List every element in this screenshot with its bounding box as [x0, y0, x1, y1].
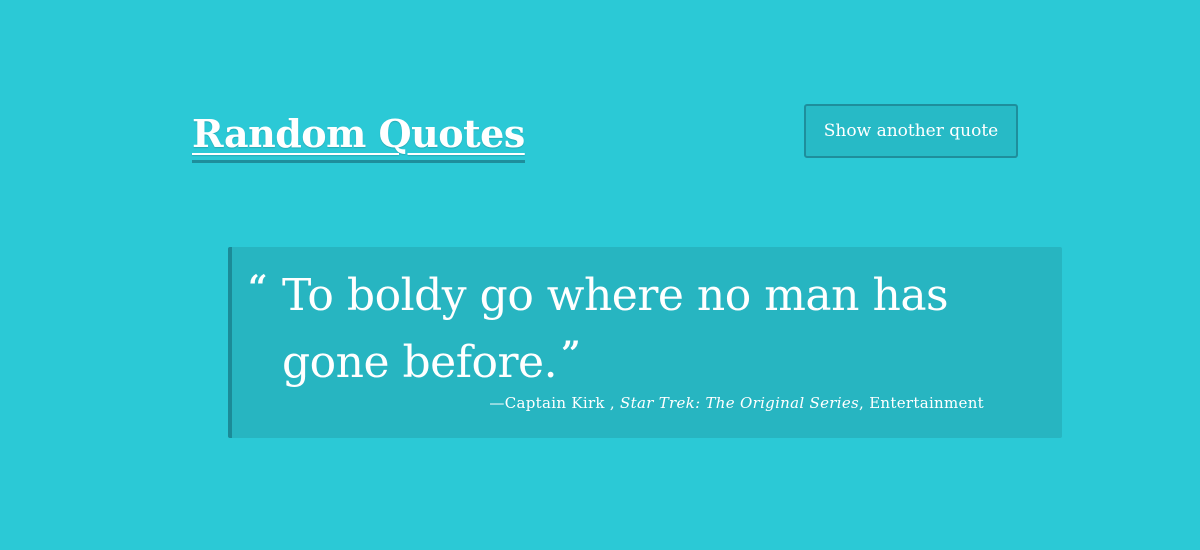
quote-attribution: —Captain Kirk , Star Trek: The Original … [489, 393, 984, 413]
quote-body: To boldy go where no man has gone before… [282, 270, 949, 388]
page-header: Random Quotes Show another quote [192, 104, 1018, 164]
quote-category: Entertainment [869, 394, 984, 412]
author-separator: , [604, 394, 621, 412]
quote-source: Star Trek: The Original Series [620, 394, 860, 412]
site-title: Random Quotes [192, 112, 525, 163]
close-quote-icon: ” [561, 334, 581, 374]
open-quote-icon: “ [248, 268, 268, 308]
quote-box: “ To boldy go where no man has gone befo… [228, 247, 1062, 438]
category-separator: , [859, 394, 870, 412]
show-another-quote-button[interactable]: Show another quote [804, 104, 1018, 158]
quote-author: Captain Kirk [504, 394, 605, 412]
quote-text: To boldy go where no man has gone before… [282, 267, 1022, 392]
attribution-dash: — [489, 394, 505, 412]
